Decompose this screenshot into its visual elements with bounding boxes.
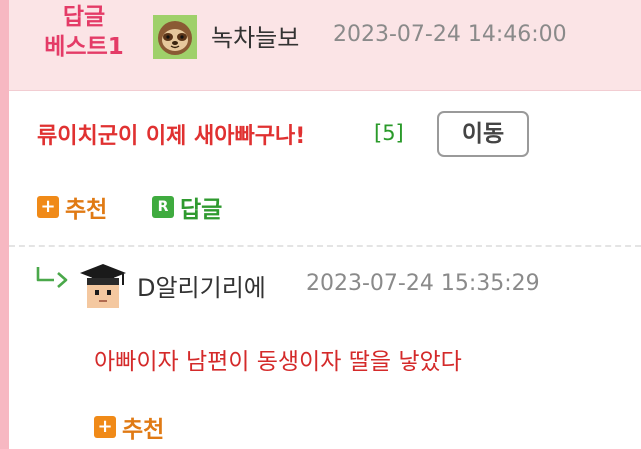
best-reply-badge: 답글 베스트1 [29, 2, 139, 62]
reply-timestamp: 2023-07-24 15:35:29 [306, 271, 540, 296]
plus-icon: + [94, 416, 116, 438]
best-reply-username[interactable]: 녹차늘보 [211, 18, 299, 53]
recommend-button[interactable]: + 추천 [37, 190, 107, 224]
best-reply-timestamp: 2023-07-24 14:46:00 [333, 22, 567, 47]
reply-button[interactable]: R 답글 [152, 190, 222, 224]
graduate-avatar-icon[interactable] [78, 261, 128, 311]
badge-line-2: 베스트1 [44, 34, 124, 60]
best-reply-header: 답글 베스트1 녹차늘보 2023-07-24 14:46:00 [9, 0, 641, 91]
reply-recommend-button[interactable]: + 추천 [94, 410, 164, 444]
sloth-avatar-icon[interactable] [153, 15, 197, 59]
section-divider [9, 245, 641, 247]
reply-recommend-label: 추천 [122, 417, 165, 443]
move-button[interactable]: 이동 [437, 111, 529, 157]
reply-label: 답글 [180, 197, 223, 223]
badge-line-1: 답글 [62, 4, 106, 30]
plus-icon: + [37, 196, 59, 218]
reply-arrow-icon [34, 264, 72, 288]
recommend-label: 추천 [65, 197, 108, 223]
left-accent-bar [0, 0, 9, 449]
post-title[interactable]: 류이치군이 이제 새아빠구나! [37, 118, 305, 150]
reply-username[interactable]: D알리기리에 [137, 268, 266, 303]
comment-count: [5] [374, 121, 404, 145]
reply-r-icon: R [152, 196, 174, 218]
reply-text: 아빠이자 남편이 동생이자 딸을 낳았다 [94, 349, 462, 375]
